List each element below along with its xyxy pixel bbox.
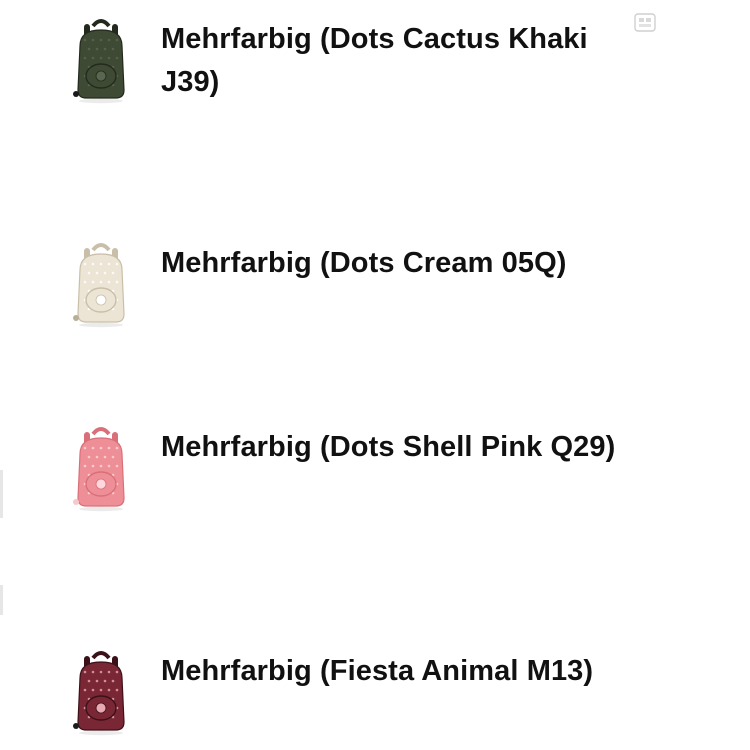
variant-label: Mehrfarbig (Fiesta Animal M13)	[161, 655, 594, 687]
variant-label: Mehrfarbig (Dots Cactus Khaki J39)	[161, 23, 588, 98]
variant-option-fiesta-animal[interactable]: Mehrfarbig (Fiesta Animal M13)	[56, 646, 656, 738]
edge-divider	[0, 470, 3, 518]
variant-option-dots-cactus-khaki[interactable]: Mehrfarbig (Dots Cactus Khaki J39)	[56, 14, 656, 106]
backpack-icon	[73, 427, 125, 512]
image-placeholder-icon[interactable]	[633, 12, 657, 34]
variant-label: Mehrfarbig (Dots Shell Pink Q29)	[161, 431, 616, 463]
backpack-thumbnail[interactable]	[56, 422, 146, 514]
edge-divider	[0, 585, 3, 615]
variant-option-dots-cream[interactable]: Mehrfarbig (Dots Cream 05Q)	[56, 238, 656, 330]
backpack-thumbnail[interactable]	[56, 238, 146, 330]
backpack-thumbnail[interactable]	[56, 14, 146, 106]
color-variant-list: Mehrfarbig (Dots Cactus Khaki J39) Mehrf…	[0, 0, 750, 750]
backpack-icon	[73, 19, 125, 104]
backpack-icon	[73, 651, 125, 736]
backpack-thumbnail[interactable]	[56, 646, 146, 738]
variant-label: Mehrfarbig (Dots Cream 05Q)	[161, 247, 567, 279]
variant-option-dots-shell-pink[interactable]: Mehrfarbig (Dots Shell Pink Q29)	[56, 422, 656, 514]
backpack-icon	[73, 243, 125, 328]
